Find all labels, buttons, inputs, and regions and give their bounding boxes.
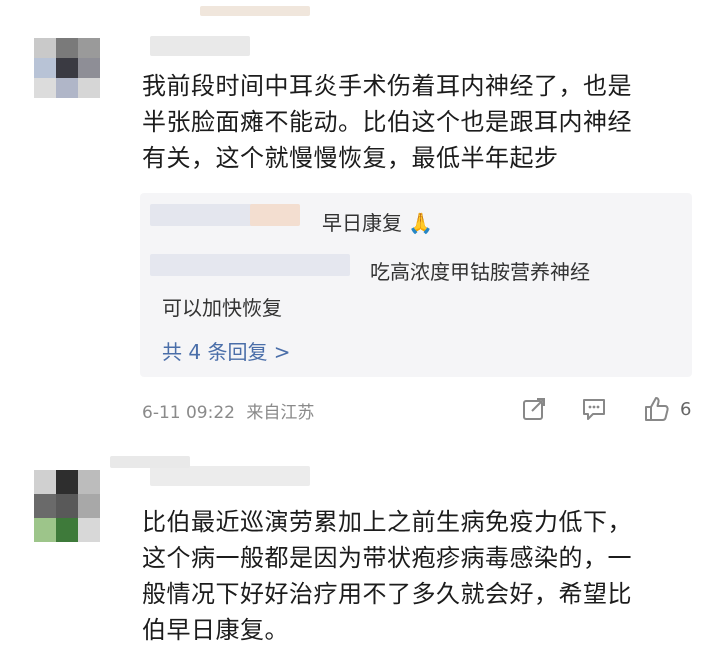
comment-text: 比伯最近巡演劳累加上之前生病免疫力低下， 这个病一般都是因为带状疱疹病毒感染的，… (142, 504, 632, 648)
comment-line: 有关，这个就慢慢恢复，最低半年起步 (142, 144, 559, 172)
thumbs-up-icon[interactable] (642, 395, 670, 423)
reply-text: 早日康复 🙏 (322, 211, 434, 235)
avatar[interactable] (34, 470, 100, 542)
comment-text: 我前段时间中耳炎手术伤着耳内神经了，也是 半张脸面瘫不能动。比伯这个也是跟耳内神… (142, 68, 632, 176)
reply-text: 吃高浓度甲钴胺营养神经 (370, 260, 590, 284)
comment-line: 比伯最近巡演劳累加上之前生病免疫力低下， (142, 508, 632, 536)
praying-hands-icon: 🙏 (408, 211, 434, 235)
share-icon[interactable] (520, 395, 548, 423)
like-count: 6 (680, 399, 692, 420)
comment-line: 伯早日康复。 (142, 616, 289, 644)
comment-line: 我前段时间中耳炎手术伤着耳内神经了，也是 (142, 72, 632, 100)
reply-author-blurred[interactable] (150, 254, 350, 276)
username-blurred[interactable] (150, 36, 250, 56)
location: 来自江苏 (246, 403, 315, 423)
username-blurred[interactable] (200, 6, 310, 16)
comment-line: 这个病一般都是因为带状疱疹病毒感染的，一 (142, 544, 632, 572)
reply-author-blurred[interactable] (250, 204, 300, 226)
comment-line: 半张脸面瘫不能动。比伯这个也是跟耳内神经 (142, 108, 632, 136)
comment-line: 般情况下好好治疗用不了多久就会好，希望比 (142, 580, 632, 608)
username-blurred[interactable] (110, 456, 190, 468)
timestamp: 6-11 09:22 (142, 403, 235, 423)
comment-icon[interactable] (580, 395, 608, 423)
reply-text-continuation: 可以加快恢复 (162, 296, 282, 320)
username-blurred[interactable] (150, 466, 310, 486)
more-replies-link[interactable]: 共 4 条回复 > (162, 336, 291, 365)
comment-meta: 6-11 09:22 来自江苏 (142, 398, 314, 423)
avatar[interactable] (34, 38, 100, 98)
